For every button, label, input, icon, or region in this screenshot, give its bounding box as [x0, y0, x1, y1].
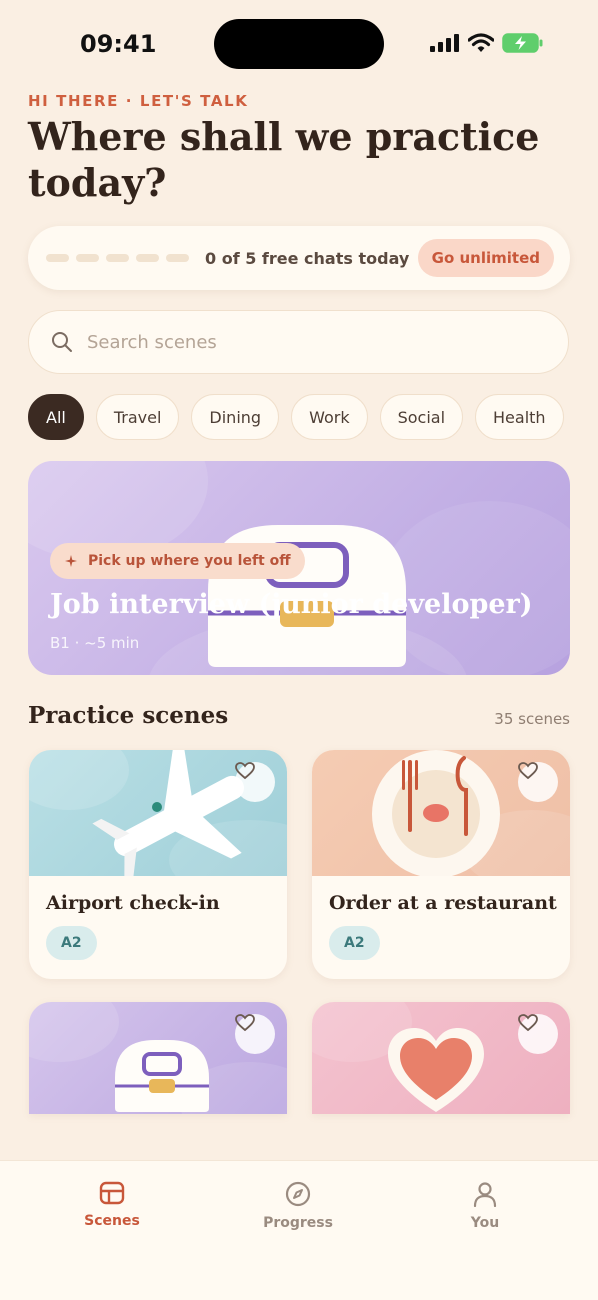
- favorite-button[interactable]: [518, 762, 558, 802]
- scene-card-social[interactable]: [312, 1002, 570, 1114]
- filter-chip-travel[interactable]: Travel: [95, 394, 180, 440]
- resume-pill: Pick up where you left off: [50, 543, 305, 579]
- tab-label: Scenes: [84, 1213, 140, 1229]
- battery-icon: [502, 33, 543, 53]
- tab-label: You: [470, 1215, 500, 1231]
- section-title: Practice scenes: [28, 702, 229, 729]
- filter-chips: All Travel Dining Work Social Health: [28, 394, 564, 440]
- signal-icon: [430, 34, 459, 52]
- level-badge: A2: [329, 926, 380, 960]
- go-unlimited-button[interactable]: Go unlimited: [417, 239, 554, 277]
- tab-label: Progress: [263, 1215, 333, 1231]
- filter-chip-all[interactable]: All: [28, 394, 84, 440]
- hero-title: Job interview (junior developer): [50, 589, 533, 620]
- hero-meta: B1 · ~5 min: [50, 634, 140, 652]
- tab-scenes[interactable]: Scenes: [52, 1181, 172, 1229]
- quota-dash: [166, 254, 189, 262]
- scene-card-image: [312, 1002, 570, 1114]
- favorite-button[interactable]: [518, 1014, 558, 1054]
- scene-card-image: [29, 750, 287, 876]
- person-icon: [473, 1182, 497, 1207]
- scene-card-title: Airport check-in: [46, 892, 220, 914]
- chat-quota-bar: 0 of 5 free chats today Go unlimited: [28, 226, 570, 290]
- continue-scene-card[interactable]: Pick up where you left off Job interview…: [28, 461, 570, 675]
- tab-progress[interactable]: Progress: [238, 1181, 358, 1231]
- search-input[interactable]: [87, 331, 527, 353]
- scene-count: 35 scenes: [494, 710, 570, 728]
- greeting-eyebrow: HI THERE · LET'S TALK: [28, 92, 249, 110]
- quota-dash: [76, 254, 99, 262]
- status-time: 09:41: [80, 30, 157, 58]
- tab-you[interactable]: You: [425, 1181, 545, 1231]
- scene-card-restaurant[interactable]: Order at a restaurant A2: [312, 750, 570, 979]
- tab-bar: Scenes Progress You: [0, 1160, 598, 1300]
- status-icons: [430, 33, 544, 53]
- sparkle-icon: [65, 555, 77, 567]
- search-bar[interactable]: [28, 310, 569, 374]
- favorite-button[interactable]: [235, 762, 275, 802]
- quota-progress-dashes: [46, 254, 189, 262]
- dynamic-island: [214, 19, 384, 69]
- quota-dash: [106, 254, 129, 262]
- search-icon: [52, 332, 72, 352]
- level-badge: A2: [46, 926, 97, 960]
- scenes-icon: [99, 1181, 125, 1205]
- scene-card-airport[interactable]: Airport check-in A2: [29, 750, 287, 979]
- heart-outline-icon: [235, 762, 255, 780]
- scene-card-image: [312, 750, 570, 876]
- filter-chip-social[interactable]: Social: [379, 394, 464, 440]
- heart-outline-icon: [235, 1014, 255, 1032]
- quota-dash: [136, 254, 159, 262]
- filter-chip-work[interactable]: Work: [291, 394, 368, 440]
- quota-dash: [46, 254, 69, 262]
- scene-card-title: Order at a restaurant: [329, 892, 557, 914]
- heart-outline-icon: [518, 1014, 538, 1032]
- filter-chip-health[interactable]: Health: [475, 394, 564, 440]
- quota-text: 0 of 5 free chats today: [205, 248, 410, 268]
- status-bar: 09:41: [0, 0, 598, 90]
- scene-card-work[interactable]: [29, 1002, 287, 1114]
- resume-pill-label: Pick up where you left off: [88, 553, 291, 569]
- filter-chip-dining[interactable]: Dining: [191, 394, 280, 440]
- favorite-button[interactable]: [235, 1014, 275, 1054]
- scene-card-image: [29, 1002, 287, 1114]
- page-title: Where shall we practice today?: [28, 114, 540, 205]
- wifi-icon: [468, 33, 494, 52]
- compass-icon: [285, 1181, 311, 1207]
- heart-outline-icon: [518, 762, 538, 780]
